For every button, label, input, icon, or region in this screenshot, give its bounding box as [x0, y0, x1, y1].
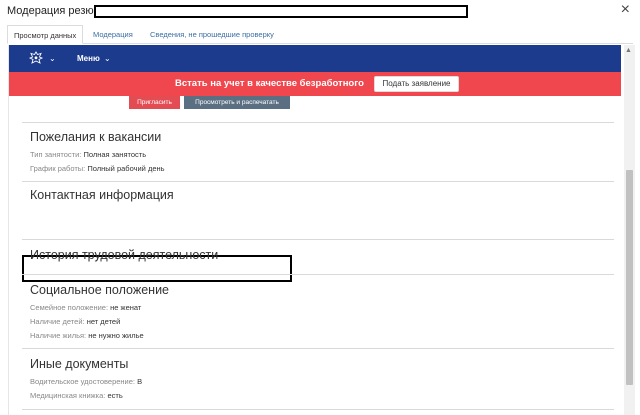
section-title-social: Социальное положение	[30, 283, 170, 297]
vertical-scrollbar[interactable]: ▲	[624, 45, 635, 415]
children-row: Наличие детей: нет детей	[30, 317, 120, 326]
top-navbar: ⌄ Меню ⌄	[9, 45, 621, 72]
banner-text: Встать на учет в качестве безработного	[175, 78, 364, 89]
row-value: Полная занятость	[83, 150, 147, 159]
redacted-name-box	[94, 5, 468, 18]
row-label: Водительское удостоверение:	[30, 377, 138, 386]
divider	[22, 409, 614, 410]
section-title-wishes: Пожелания к вакансии	[30, 130, 162, 144]
housing-row: Наличие жилья: не нужно жилье	[30, 331, 144, 340]
submit-application-button[interactable]: Подать заявление	[374, 76, 459, 92]
chevron-down-icon[interactable]: ⌄	[49, 54, 56, 63]
row-value: В	[137, 377, 143, 386]
section-title-other-docs: Иные документы	[30, 357, 129, 371]
divider	[22, 181, 614, 182]
work-schedule-row: График работы: Полный рабочий день	[30, 164, 165, 173]
row-label: Тип занятости:	[30, 150, 84, 159]
row-value: нет детей	[86, 317, 121, 326]
drivers-license-row: Водительское удостоверение: В	[30, 377, 142, 386]
tab-failed-checks[interactable]: Сведения, не прошедшие проверку	[150, 25, 274, 44]
view-print-button[interactable]: Просмотреть и распечатать	[184, 96, 290, 109]
tab-bar: Просмотр данных Модерация Сведения, не п…	[7, 25, 633, 44]
row-label: Семейное положение:	[30, 303, 111, 312]
divider	[22, 122, 614, 123]
row-label: Наличие детей:	[30, 317, 87, 326]
row-value: не нужно жилье	[88, 331, 144, 340]
medical-book-row: Медицинская книжка: есть	[30, 391, 123, 400]
row-label: Медицинская книжка:	[30, 391, 108, 400]
scroll-up-icon[interactable]: ▲	[625, 47, 632, 54]
marital-status-row: Семейное положение: не женат	[30, 303, 141, 312]
tab-view-data[interactable]: Просмотр данных	[7, 25, 84, 44]
row-label: График работы:	[30, 164, 88, 173]
close-icon[interactable]: ×	[621, 2, 630, 18]
row-value: Полный рабочий день	[87, 164, 165, 173]
section-title-contacts: Контактная информация	[30, 188, 174, 202]
unemployment-banner: Встать на учет в качестве безработного П…	[9, 72, 621, 96]
resume-frame: ⌄ Меню ⌄ Встать на учет в качестве безра…	[8, 45, 632, 415]
scrollbar-thumb[interactable]	[626, 170, 633, 385]
eagle-emblem-icon[interactable]	[28, 50, 44, 66]
tab-moderation[interactable]: Модерация	[93, 25, 133, 44]
row-value: есть	[107, 391, 123, 400]
divider	[22, 239, 614, 240]
row-label: Наличие жилья:	[30, 331, 89, 340]
window-titlebar: Модерация резюме ×	[0, 0, 640, 24]
invite-button[interactable]: Пригласить	[129, 96, 180, 109]
menu-chevron-down-icon[interactable]: ⌄	[104, 54, 111, 63]
row-value: не женат	[110, 303, 142, 312]
employment-type-row: Тип занятости: Полная занятость	[30, 150, 146, 159]
window-title: Модерация резюме	[7, 5, 108, 17]
divider	[22, 348, 614, 349]
section-title-work-history[interactable]: История трудовой деятельности	[30, 248, 218, 262]
divider	[22, 274, 614, 275]
menu-button[interactable]: Меню	[77, 54, 100, 63]
